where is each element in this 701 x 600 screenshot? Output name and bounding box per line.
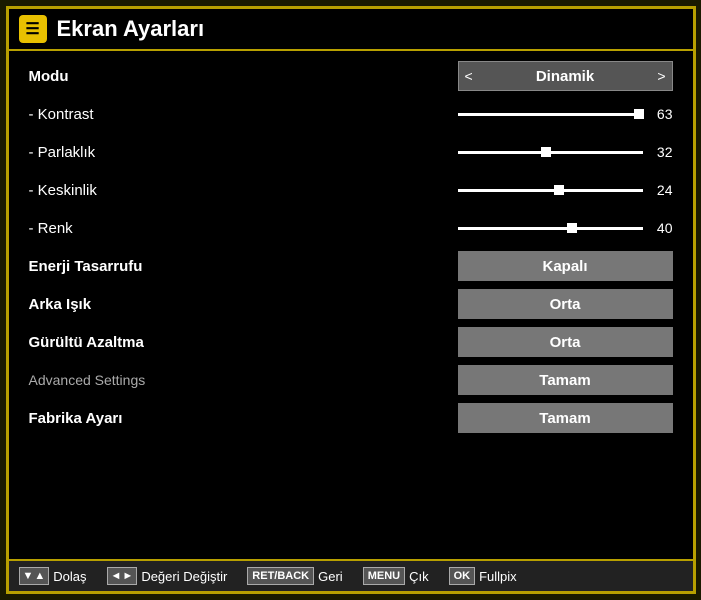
slider-thumb-3[interactable] — [554, 185, 564, 195]
ok-key: OK — [449, 567, 476, 585]
settings-row-6: Arka Işık Orta — [29, 287, 673, 321]
settings-row-2: - Parlaklık 32 — [29, 135, 673, 169]
setting-button-9[interactable]: Tamam — [458, 403, 673, 433]
row-control-3: 24 — [249, 182, 673, 198]
slider-container-1: 63 — [458, 106, 673, 122]
page-title: Ekran Ayarları — [57, 16, 205, 42]
row-control-6: Orta — [249, 289, 673, 319]
row-label-0: Modu — [29, 68, 249, 85]
row-label-8: Advanced Settings — [29, 372, 249, 388]
settings-row-7: Gürültü Azaltma Orta — [29, 325, 673, 359]
settings-row-3: - Keskinlik 24 — [29, 173, 673, 207]
footer-navigate: ▼ ▲ Dolaş — [19, 567, 87, 585]
row-control-0: < Dinamik > — [249, 61, 673, 91]
row-control-2: 32 — [249, 144, 673, 160]
row-control-5: Kapalı — [249, 251, 673, 281]
row-label-9: Fabrika Ayarı — [29, 410, 249, 427]
slider-thumb-2[interactable] — [541, 147, 551, 157]
selector-right-arrow[interactable]: > — [657, 68, 665, 84]
row-label-3: - Keskinlik — [29, 182, 249, 199]
menu-label: Çık — [409, 569, 429, 584]
setting-button-7[interactable]: Orta — [458, 327, 673, 357]
settings-row-0: Modu < Dinamik > — [29, 59, 673, 93]
settings-row-4: - Renk 40 — [29, 211, 673, 245]
slider-track-3[interactable] — [458, 189, 643, 192]
footer: ▼ ▲ Dolaş ◄ ► Değeri Değiştir RET/BACK G… — [9, 559, 693, 591]
main-window: ☰ Ekran Ayarları Modu < Dinamik > - Kont… — [6, 6, 696, 594]
back-key: RET/BACK — [247, 567, 314, 585]
slider-thumb-4[interactable] — [567, 223, 577, 233]
row-label-5: Enerji Tasarrufu — [29, 258, 249, 275]
footer-ok: OK Fullpix — [449, 567, 517, 585]
nav-keys: ▼ ▲ — [19, 567, 50, 585]
setting-button-5[interactable]: Kapalı — [458, 251, 673, 281]
row-label-1: - Kontrast — [29, 106, 249, 123]
mode-selector[interactable]: < Dinamik > — [458, 61, 673, 91]
nav-label: Dolaş — [53, 569, 86, 584]
menu-key: MENU — [363, 567, 405, 585]
footer-menu: MENU Çık — [363, 567, 429, 585]
title-icon: ☰ — [19, 15, 47, 43]
selector-value: Dinamik — [473, 68, 658, 85]
row-control-4: 40 — [249, 220, 673, 236]
slider-thumb-1[interactable] — [634, 109, 644, 119]
settings-row-5: Enerji Tasarrufu Kapalı — [29, 249, 673, 283]
slider-track-2[interactable] — [458, 151, 643, 154]
setting-button-8[interactable]: Tamam — [458, 365, 673, 395]
title-bar: ☰ Ekran Ayarları — [9, 9, 693, 51]
ok-label: Fullpix — [479, 569, 517, 584]
slider-value-4: 40 — [651, 220, 673, 236]
settings-row-8: Advanced Settings Tamam — [29, 363, 673, 397]
row-control-8: Tamam — [249, 365, 673, 395]
row-label-7: Gürültü Azaltma — [29, 334, 249, 351]
settings-row-9: Fabrika Ayarı Tamam — [29, 401, 673, 435]
row-control-7: Orta — [249, 327, 673, 357]
slider-container-2: 32 — [458, 144, 673, 160]
change-label: Değeri Değiştir — [141, 569, 227, 584]
change-keys: ◄ ► — [107, 567, 138, 585]
row-label-4: - Renk — [29, 220, 249, 237]
slider-value-1: 63 — [651, 106, 673, 122]
setting-button-6[interactable]: Orta — [458, 289, 673, 319]
settings-content: Modu < Dinamik > - Kontrast 63 - Parlaklık… — [9, 51, 693, 559]
row-label-6: Arka Işık — [29, 296, 249, 313]
slider-container-3: 24 — [458, 182, 673, 198]
back-label: Geri — [318, 569, 343, 584]
slider-value-3: 24 — [651, 182, 673, 198]
slider-track-4[interactable] — [458, 227, 643, 230]
settings-row-1: - Kontrast 63 — [29, 97, 673, 131]
footer-change: ◄ ► Değeri Değiştir — [107, 567, 228, 585]
row-control-1: 63 — [249, 106, 673, 122]
row-label-2: - Parlaklık — [29, 144, 249, 161]
footer-back: RET/BACK Geri — [247, 567, 342, 585]
slider-track-1[interactable] — [458, 113, 643, 116]
slider-container-4: 40 — [458, 220, 673, 236]
selector-left-arrow[interactable]: < — [465, 68, 473, 84]
row-control-9: Tamam — [249, 403, 673, 433]
slider-value-2: 32 — [651, 144, 673, 160]
